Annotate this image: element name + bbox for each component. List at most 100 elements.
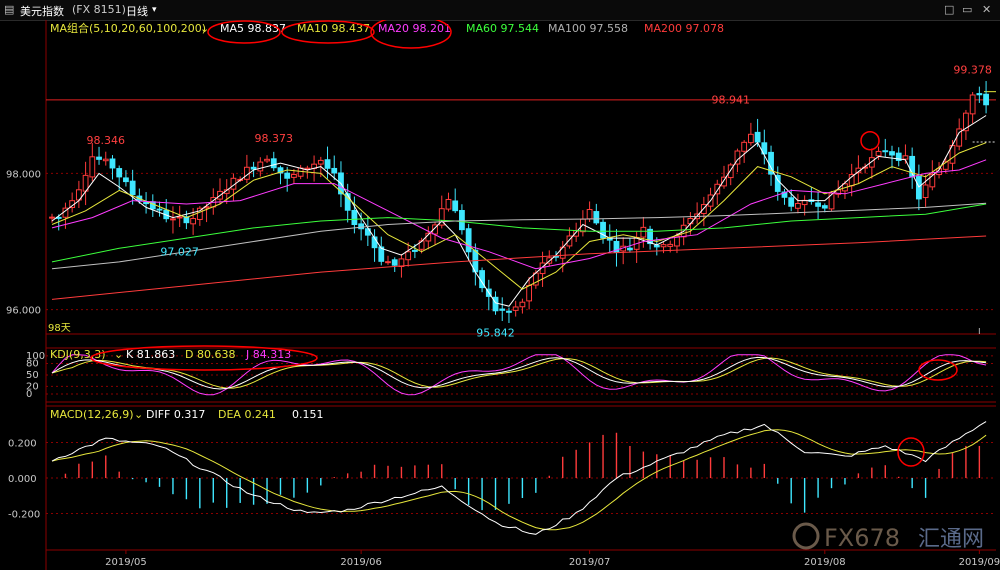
macd-legend-0: DIFF 0.317 xyxy=(146,408,205,421)
price-label: 97.027 xyxy=(160,246,199,259)
annotation-ellipse xyxy=(860,130,880,151)
x-tick-label: 2019/05 xyxy=(105,557,147,568)
x-tick-label: 2019/09 xyxy=(959,557,1000,568)
x-tick-label: 2019/06 xyxy=(340,557,382,568)
instrument-code: (FX 8151) xyxy=(72,3,126,16)
candle-body xyxy=(747,133,754,144)
candle-body xyxy=(398,258,405,267)
price-label: 95.842 xyxy=(476,326,515,339)
candle-body xyxy=(875,150,882,157)
candle-body xyxy=(754,131,761,143)
candle-body xyxy=(351,209,358,226)
candle-body xyxy=(297,167,304,177)
candle-body xyxy=(385,261,391,264)
candle-body xyxy=(452,200,459,212)
macd-legend-2: 0.151 xyxy=(292,408,324,421)
candle-body xyxy=(902,155,909,160)
kdj-y-tick: 0 xyxy=(26,389,32,400)
price-label: 98.941 xyxy=(711,93,750,106)
candle-body xyxy=(983,93,989,106)
watermark-cn-text: 汇通网 xyxy=(918,527,984,552)
ma-lines xyxy=(51,115,987,307)
ma-group-label: MA组合(5,10,20,60,100,200) xyxy=(50,21,206,35)
candle-body xyxy=(492,296,499,312)
chart-labels: 98.000 96.000 98.346 98.373 98.941 99.378 97.0… xyxy=(6,21,1000,568)
macd-y-tick: 0.000 xyxy=(8,474,37,485)
legend-ma60: MA60 97.544 xyxy=(466,22,539,35)
candle-body xyxy=(405,251,412,261)
watermark-logo-icon xyxy=(792,522,820,550)
candle-body xyxy=(109,158,116,169)
main-y-tick: 98.000 xyxy=(6,169,41,180)
x-tick-label: 2019/08 xyxy=(804,557,846,568)
main-y-tick: 96.000 xyxy=(6,306,41,317)
candle-body xyxy=(969,94,976,115)
candle-body xyxy=(915,176,922,200)
candle-body xyxy=(331,167,338,174)
candle-body xyxy=(284,172,291,179)
price-label: 99.378 xyxy=(953,64,992,77)
candle-body xyxy=(49,216,55,219)
kdj-legend-k: K 81.863 xyxy=(126,348,175,361)
candle-body xyxy=(627,247,633,251)
instrument-name: 美元指数 xyxy=(20,5,64,18)
legend-ma200: MA200 97.078 xyxy=(644,22,724,35)
candle-body xyxy=(788,197,795,207)
candle-body xyxy=(512,306,519,311)
candle-body xyxy=(123,177,129,183)
candle-body xyxy=(102,158,109,162)
legend-ma20: MA20 98.201 xyxy=(378,22,451,35)
stock-chart[interactable]: 98.000 96.000 98.346 98.373 98.941 99.378 97.0… xyxy=(0,20,1000,570)
candle-body xyxy=(156,208,163,211)
candle-body xyxy=(667,243,674,247)
legend-ma5: MA5 98.837 xyxy=(220,22,286,35)
candle-body xyxy=(143,201,149,205)
legend-ma100: MA100 97.558 xyxy=(548,22,628,35)
window-titlebar: ▤ 美元指数 (FX 8151) 日线 ▾ □ ▭ ✕ xyxy=(0,0,1000,21)
chevron-down-icon[interactable]: ▾ xyxy=(152,5,157,15)
candle-body xyxy=(411,249,418,252)
annotations xyxy=(90,20,958,467)
candle-body xyxy=(499,308,506,311)
annotation-ellipse xyxy=(918,359,958,381)
candle-body xyxy=(176,216,183,219)
candle-body xyxy=(264,158,270,162)
candle-body xyxy=(889,151,895,156)
period-selector[interactable]: 日线 xyxy=(126,3,148,19)
kdj-y-tick: 80 xyxy=(26,359,39,370)
candle-body xyxy=(89,156,96,178)
candle-body xyxy=(976,93,983,96)
candle-body xyxy=(190,218,197,225)
candle-body xyxy=(270,158,277,169)
candle-body xyxy=(593,211,600,224)
ma10-line xyxy=(51,142,987,290)
restore-button[interactable]: □ xyxy=(944,3,954,16)
candle-body xyxy=(391,259,398,266)
candle-body xyxy=(506,310,512,313)
minimize-button[interactable]: ▭ xyxy=(962,3,972,16)
candle-body xyxy=(317,159,324,165)
candle-body xyxy=(291,174,297,178)
candle-body xyxy=(640,226,647,238)
panel-frames xyxy=(45,20,996,570)
candle-body xyxy=(660,244,667,248)
candle-body xyxy=(922,184,929,199)
candle-body xyxy=(250,166,257,170)
candle-body xyxy=(821,205,828,209)
close-button[interactable]: ✕ xyxy=(982,3,991,16)
candle-body xyxy=(741,141,748,152)
candle-body xyxy=(815,202,821,207)
candle-body xyxy=(324,159,331,169)
macd-legend-1: DEA 0.241 xyxy=(218,408,276,421)
macd-title: MACD(12,26,9) xyxy=(50,408,134,421)
watermark-text: FX678 xyxy=(824,524,900,552)
dea-line xyxy=(51,429,987,531)
candle-body xyxy=(882,150,889,153)
candle-body xyxy=(445,198,452,210)
price-label: 98.346 xyxy=(87,134,126,147)
candle-body xyxy=(465,228,472,253)
candle-body xyxy=(116,168,123,178)
price-label: 98.373 xyxy=(255,132,294,145)
candle-body xyxy=(586,209,593,220)
candle-body xyxy=(257,161,264,172)
